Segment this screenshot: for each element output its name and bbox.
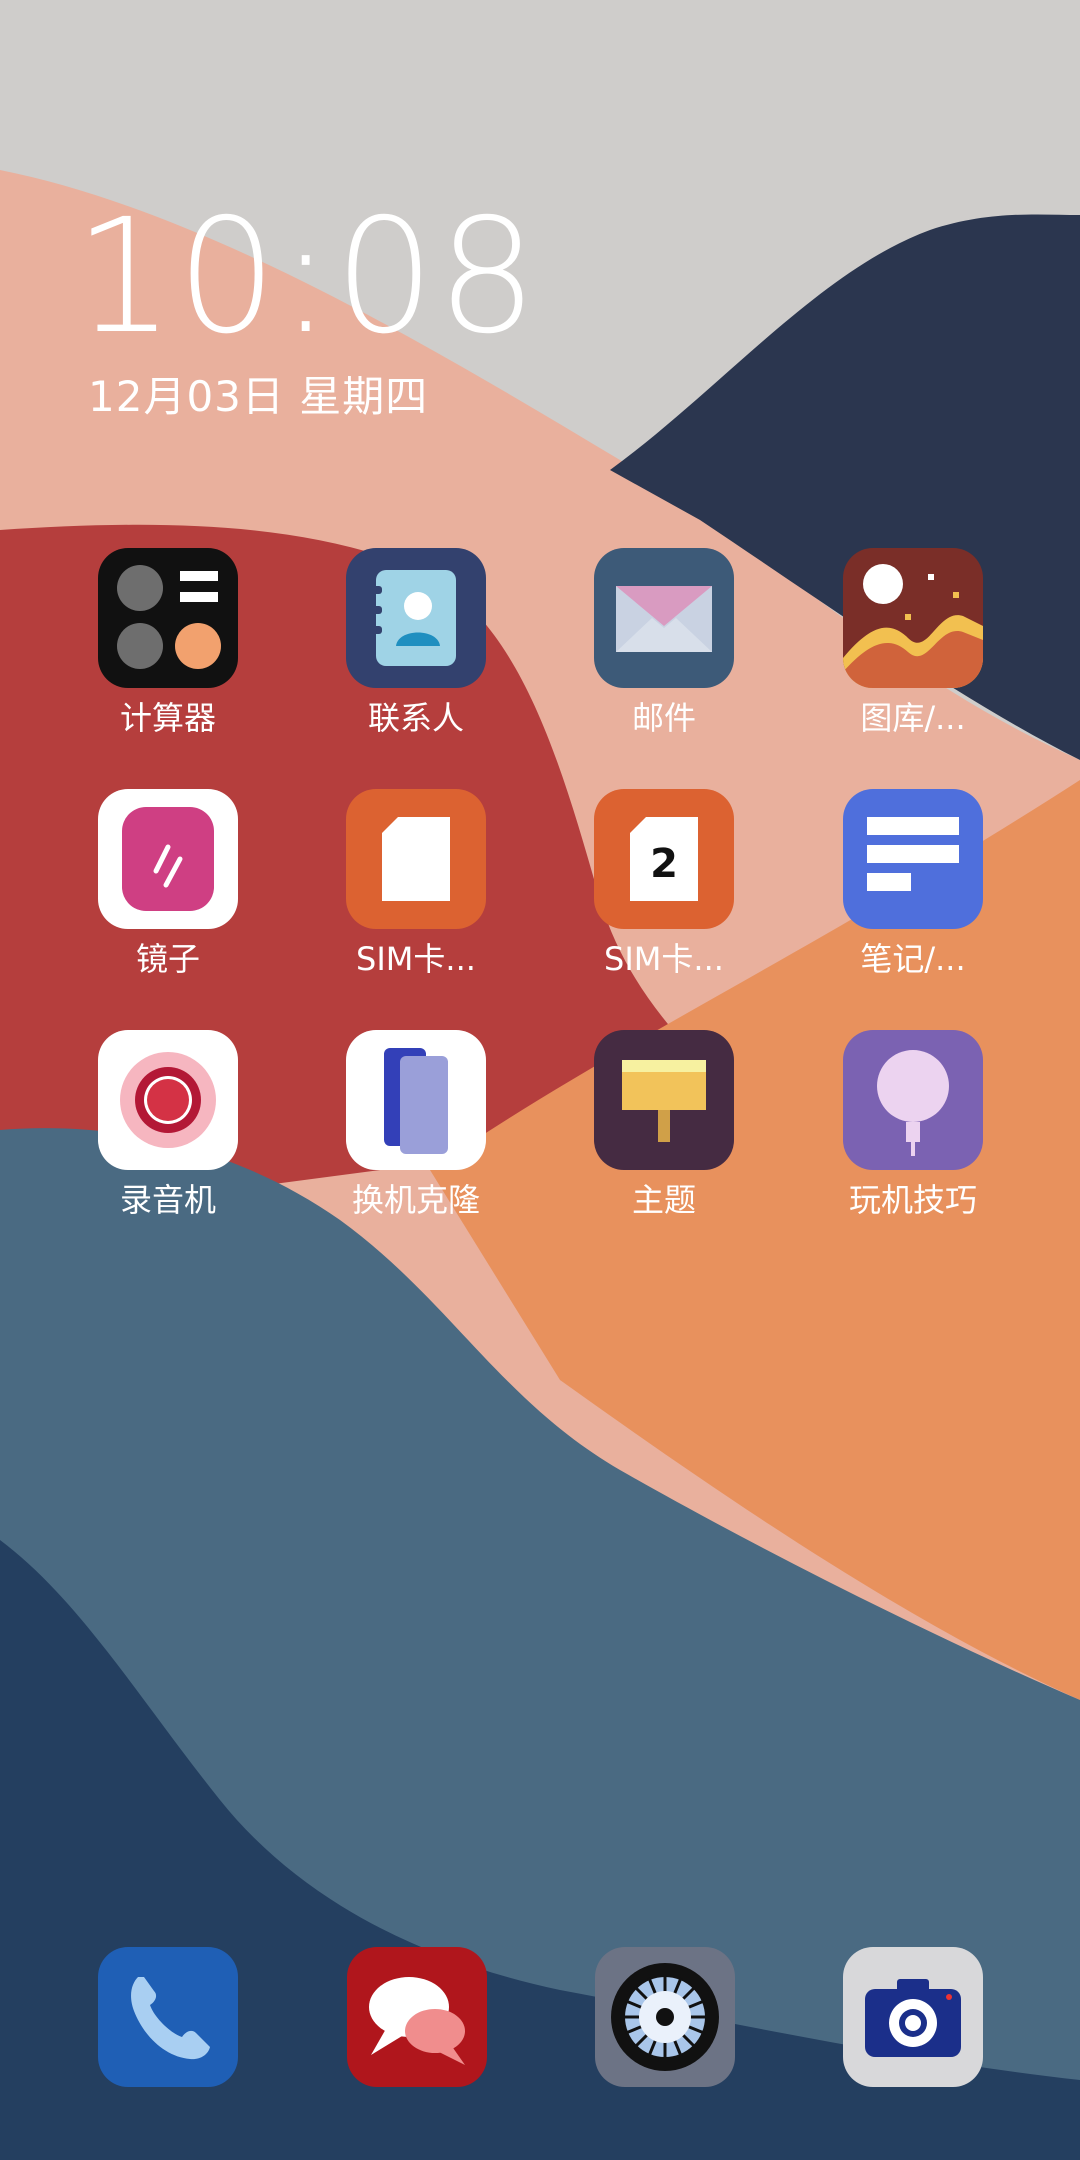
app-label: 镜子 bbox=[135, 940, 200, 978]
app-mirror[interactable]: 镜子 bbox=[63, 789, 273, 1009]
app-sim-card[interactable]: SIM卡... bbox=[311, 789, 521, 1009]
mirror-icon bbox=[98, 789, 238, 929]
dock-settings[interactable] bbox=[595, 1947, 735, 2087]
app-label: 玩机技巧 bbox=[848, 1181, 977, 1219]
app-label: 换机克隆 bbox=[351, 1181, 480, 1219]
app-label: SIM卡... bbox=[604, 940, 724, 978]
contacts-icon bbox=[346, 548, 486, 688]
app-themes[interactable]: 主题 bbox=[559, 1030, 769, 1250]
app-label: 录音机 bbox=[119, 1181, 216, 1219]
mail-icon bbox=[594, 548, 734, 688]
calculator-icon bbox=[98, 548, 238, 688]
app-phone-clone[interactable]: 换机克隆 bbox=[311, 1030, 521, 1250]
dock-phone[interactable] bbox=[98, 1947, 238, 2087]
themes-icon bbox=[594, 1030, 734, 1170]
dock-messages[interactable] bbox=[347, 1947, 487, 2087]
phone-clone-icon bbox=[346, 1030, 486, 1170]
settings-icon bbox=[595, 1947, 735, 2087]
app-label: SIM卡... bbox=[356, 940, 476, 978]
camera-icon bbox=[843, 1947, 983, 2087]
app-label: 主题 bbox=[631, 1181, 696, 1219]
gallery-icon bbox=[843, 548, 983, 688]
dock-camera[interactable] bbox=[843, 1947, 983, 2087]
sim-slot-number: 2 bbox=[650, 841, 678, 887]
app-label: 联系人 bbox=[367, 699, 464, 737]
sim-card-2-icon: 2 bbox=[594, 789, 734, 929]
notes-icon bbox=[843, 789, 983, 929]
messages-icon bbox=[347, 1947, 487, 2087]
tips-icon bbox=[843, 1030, 983, 1170]
phone-icon bbox=[98, 1947, 238, 2087]
app-label: 计算器 bbox=[119, 699, 216, 737]
app-label: 图库/... bbox=[860, 699, 966, 737]
app-tips[interactable]: 玩机技巧 bbox=[808, 1030, 1018, 1250]
app-contacts[interactable]: 联系人 bbox=[311, 548, 521, 768]
app-mail[interactable]: 邮件 bbox=[559, 548, 769, 768]
clock-date: 12月03日 星期四 bbox=[88, 372, 429, 421]
app-gallery[interactable]: 图库/... bbox=[808, 548, 1018, 768]
clock-time: 10:08 bbox=[74, 185, 540, 369]
app-recorder[interactable]: 录音机 bbox=[63, 1030, 273, 1250]
sim-card-icon bbox=[346, 789, 486, 929]
app-notes[interactable]: 笔记/... bbox=[808, 789, 1018, 1009]
app-label: 笔记/... bbox=[860, 940, 966, 978]
app-calculator[interactable]: 计算器 bbox=[63, 548, 273, 768]
app-label: 邮件 bbox=[631, 699, 696, 737]
recorder-icon bbox=[98, 1030, 238, 1170]
app-sim-card-2[interactable]: 2 SIM卡... bbox=[559, 789, 769, 1009]
